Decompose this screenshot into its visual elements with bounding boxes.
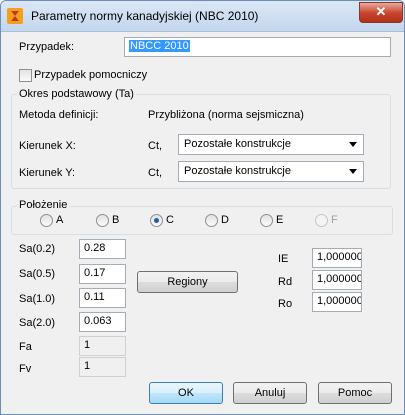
sa20-label: Sa(2.0)	[19, 317, 56, 329]
rd-input[interactable]: 1,000000	[312, 270, 362, 290]
location-group-title: Położenie	[17, 199, 70, 211]
fv-value: 1	[79, 357, 126, 377]
regions-button[interactable]: Regiony	[137, 271, 238, 293]
location-label-a: A	[56, 214, 64, 226]
case-input[interactable]: NBCC 2010	[124, 37, 391, 57]
location-radio-d[interactable]	[205, 214, 218, 227]
rd-label: Rd	[278, 276, 293, 288]
direction-y-ct-label: Ct,	[148, 167, 163, 179]
direction-x-select[interactable]: Pozostałe konstrukcje	[178, 134, 364, 155]
method-label: Metoda definicji:	[19, 109, 99, 121]
sa02-input[interactable]: 0.28	[79, 239, 126, 259]
location-label-d: D	[221, 214, 229, 226]
direction-x-ct-label: Ct,	[148, 140, 163, 152]
location-label-e: E	[276, 214, 284, 226]
location-label-b: B	[112, 214, 120, 226]
app-icon	[7, 8, 23, 24]
window-title: Parametry normy kanadyjskiej (NBC 2010)	[31, 9, 259, 23]
sa10-label: Sa(1.0)	[19, 293, 56, 305]
title-bar[interactable]: Parametry normy kanadyjskiej (NBC 2010) …	[1, 1, 404, 32]
ie-label: IE	[278, 253, 289, 265]
sa05-input[interactable]: 0.17	[79, 264, 126, 284]
auxiliary-case-checkbox[interactable]	[19, 69, 32, 82]
location-radio-a[interactable]	[40, 214, 53, 227]
direction-y-label: Kierunek Y:	[19, 167, 76, 179]
location-radio-e[interactable]	[260, 214, 273, 227]
direction-x-value: Pozostałe konstrukcje	[184, 138, 291, 150]
direction-x-label: Kierunek X:	[19, 140, 76, 152]
direction-y-select[interactable]: Pozostałe konstrukcje	[178, 161, 364, 182]
location-label-f: F	[331, 214, 338, 226]
close-button[interactable]: ✕	[359, 2, 403, 23]
location-label-c: C	[166, 214, 174, 226]
sa10-input[interactable]: 0.11	[79, 288, 126, 308]
chevron-down-icon	[349, 142, 357, 147]
method-value: Przybliżona (norma sejsmiczna)	[148, 109, 304, 121]
location-radio-f	[315, 214, 328, 227]
case-label: Przypadek:	[19, 41, 75, 53]
location-radio-c[interactable]	[150, 214, 163, 227]
sa02-label: Sa(0.2)	[19, 243, 56, 255]
direction-y-value: Pozostałe konstrukcje	[184, 165, 291, 177]
chevron-down-icon	[349, 169, 357, 174]
case-input-value: NBCC 2010	[129, 40, 190, 52]
ro-label: Ro	[278, 298, 293, 310]
ro-input[interactable]: 1,000000	[312, 292, 362, 312]
fa-label: Fa	[19, 341, 32, 353]
dialog-window: Parametry normy kanadyjskiej (NBC 2010) …	[0, 0, 405, 415]
sa20-input[interactable]: 0.063	[79, 312, 126, 332]
ie-input[interactable]: 1,000000	[312, 248, 362, 268]
help-button[interactable]: Pomoc	[318, 382, 392, 404]
fv-label: Fv	[19, 363, 32, 375]
period-group-title: Okres podstawowy (Ta)	[17, 88, 136, 100]
fa-value: 1	[79, 336, 126, 356]
sa05-label: Sa(0.5)	[19, 268, 56, 280]
location-radio-b[interactable]	[96, 214, 109, 227]
auxiliary-case-label: Przypadek pomocniczy	[34, 69, 148, 81]
cancel-button[interactable]: Anuluj	[233, 382, 307, 404]
ok-button[interactable]: OK	[149, 382, 223, 404]
